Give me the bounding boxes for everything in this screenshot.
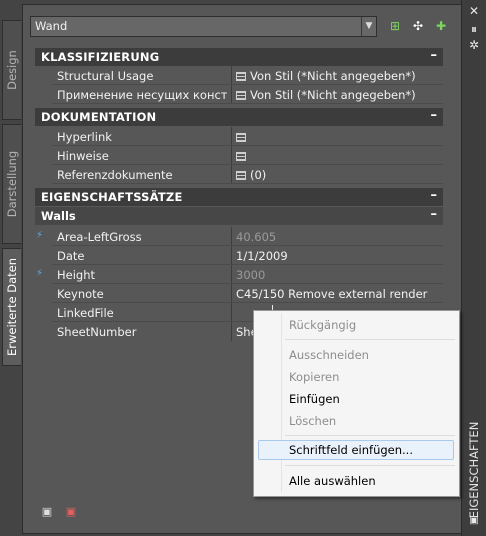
context-menu: Rückgängig Ausschneiden Kopieren Einfüge… — [253, 310, 460, 497]
property-name: Area-LeftGross — [57, 230, 142, 244]
property-value[interactable] — [236, 130, 250, 144]
column-divider — [231, 146, 232, 165]
column-divider — [231, 85, 232, 104]
column-divider — [231, 284, 232, 303]
property-value[interactable] — [236, 149, 250, 163]
menu-separator — [285, 465, 455, 466]
menu-separator — [285, 339, 455, 340]
property-value[interactable]: C45/150 Remove external render — [236, 287, 427, 301]
property-name: Date — [57, 249, 85, 263]
section-title: KLASSIFIZIERUNG — [41, 50, 160, 64]
add-property-set-icon[interactable]: ▣ — [40, 505, 54, 518]
remove-property-set-icon[interactable]: ▣ — [64, 505, 78, 518]
tab-erweiterte-daten[interactable]: Erweiterte Daten — [2, 248, 21, 366]
property-value[interactable]: (0) — [236, 168, 266, 182]
property-value: 3000 — [236, 268, 266, 282]
row-divider — [52, 183, 443, 184]
vertical-tab-strip: Design Darstellung Erweiterte Daten — [0, 0, 22, 536]
property-name: SheetNumber — [57, 325, 137, 339]
table-icon — [236, 171, 246, 180]
formula-icon: ⚡ — [36, 230, 44, 241]
table-icon — [236, 91, 246, 100]
tab-darstellung-label: Darstellung — [5, 150, 19, 218]
menu-item-undo[interactable]: Rückgängig — [289, 318, 356, 332]
section-eigenschaftssaetze[interactable]: EIGENSCHAFTSSÄTZE – — [35, 188, 443, 206]
palette-menu-icon[interactable]: ▣ — [467, 515, 481, 526]
property-row[interactable]: Применение несущих конст... Von Stil (*N… — [35, 85, 443, 104]
table-icon — [236, 72, 246, 81]
object-type-value: Wand — [35, 19, 68, 33]
property-row[interactable]: Date 1/1/2009 — [35, 246, 443, 265]
object-type-dropdown[interactable]: Wand ▼ — [30, 16, 377, 37]
menu-item-delete[interactable]: Löschen — [289, 414, 336, 428]
tab-design[interactable]: Design — [2, 20, 21, 120]
collapse-icon[interactable]: – — [431, 207, 438, 222]
property-value-text: (0) — [250, 168, 267, 182]
section-title: EIGENSCHAFTSSÄTZE — [41, 190, 183, 204]
palette-title: EIGENSCHAFTEN — [467, 421, 481, 519]
formula-icon: ⚡ — [36, 268, 44, 279]
property-name: Hinweise — [57, 149, 109, 163]
menu-item-select-all[interactable]: Alle auswählen — [289, 474, 376, 488]
property-row[interactable]: Hinweise — [35, 146, 443, 165]
property-row[interactable]: Structural Usage Von Stil (*Nicht angege… — [35, 66, 443, 85]
table-icon — [236, 133, 246, 142]
column-divider — [231, 265, 232, 284]
property-name: Hyperlink — [57, 130, 112, 144]
section-title: DOKUMENTATION — [41, 110, 157, 124]
column-divider — [231, 246, 232, 265]
quick-select-icon[interactable]: ⊞ — [386, 17, 404, 35]
property-name: Применение несущих конст... — [57, 88, 227, 102]
property-value: 40.605 — [236, 230, 277, 244]
collapse-icon[interactable]: – — [431, 188, 438, 203]
menu-item-insert-field[interactable]: Schriftfeld einfügen... — [289, 443, 413, 457]
property-value-text: Von Stil (*Nicht angegeben*) — [250, 88, 416, 102]
property-name: Height — [57, 268, 96, 282]
column-divider — [231, 165, 232, 184]
menu-item-cut[interactable]: Ausschneiden — [289, 348, 369, 362]
collapse-icon[interactable]: – — [431, 48, 438, 63]
property-value[interactable]: Von Stil (*Nicht angegeben*) — [236, 69, 416, 83]
property-name: Keynote — [57, 287, 104, 301]
property-value-text: Von Stil (*Nicht angegeben*) — [250, 69, 416, 83]
menu-separator — [285, 435, 455, 436]
column-divider — [231, 127, 232, 146]
tab-design-label: Design — [5, 50, 19, 90]
property-row[interactable]: Referenzdokumente (0) — [35, 165, 443, 184]
property-row[interactable]: ⚡ Height 3000 — [35, 265, 443, 284]
property-name: Structural Usage — [57, 69, 154, 83]
properties-palette: Design Darstellung Erweiterte Daten Wand… — [0, 0, 486, 536]
menu-gutter — [281, 313, 282, 492]
table-icon — [236, 152, 246, 161]
tab-darstellung[interactable]: Darstellung — [2, 124, 21, 244]
property-row[interactable]: Keynote C45/150 Remove external render — [35, 284, 443, 303]
section-klassifizierung[interactable]: KLASSIFIZIERUNG – — [35, 48, 443, 66]
chevron-down-icon[interactable]: ▼ — [361, 17, 376, 36]
section-dokumentation[interactable]: DOKUMENTATION – — [35, 108, 443, 126]
column-divider — [231, 322, 232, 341]
row-divider — [52, 103, 443, 104]
property-value[interactable]: 1/1/2009 — [236, 249, 288, 263]
property-value[interactable]: Von Stil (*Nicht angegeben*) — [236, 88, 416, 102]
auto-hide-icon[interactable]: ⏸ — [467, 22, 481, 37]
tab-erweiterte-daten-label: Erweiterte Daten — [5, 258, 19, 356]
subsection-title: Walls — [41, 209, 76, 223]
column-divider — [231, 227, 232, 246]
toggle-pickadd-icon[interactable]: ✚ — [432, 17, 450, 35]
menu-item-copy[interactable]: Kopieren — [289, 370, 339, 384]
palette-title-bar: ✕ ⏸ ✲ EIGENSCHAFTEN ▣ — [461, 0, 486, 536]
menu-item-paste[interactable]: Einfügen — [289, 392, 340, 406]
property-name: LinkedFile — [57, 306, 114, 320]
subsection-walls[interactable]: Walls – — [35, 207, 443, 225]
column-divider — [231, 303, 232, 322]
settings-icon[interactable]: ✲ — [467, 38, 481, 52]
collapse-icon[interactable]: – — [431, 108, 438, 123]
close-icon[interactable]: ✕ — [467, 4, 481, 18]
column-divider — [231, 66, 232, 85]
select-objects-icon[interactable]: ✣ — [409, 17, 427, 35]
property-row[interactable]: Hyperlink — [35, 127, 443, 146]
property-row[interactable]: ⚡ Area-LeftGross 40.605 — [35, 227, 443, 246]
property-name: Referenzdokumente — [57, 168, 173, 182]
